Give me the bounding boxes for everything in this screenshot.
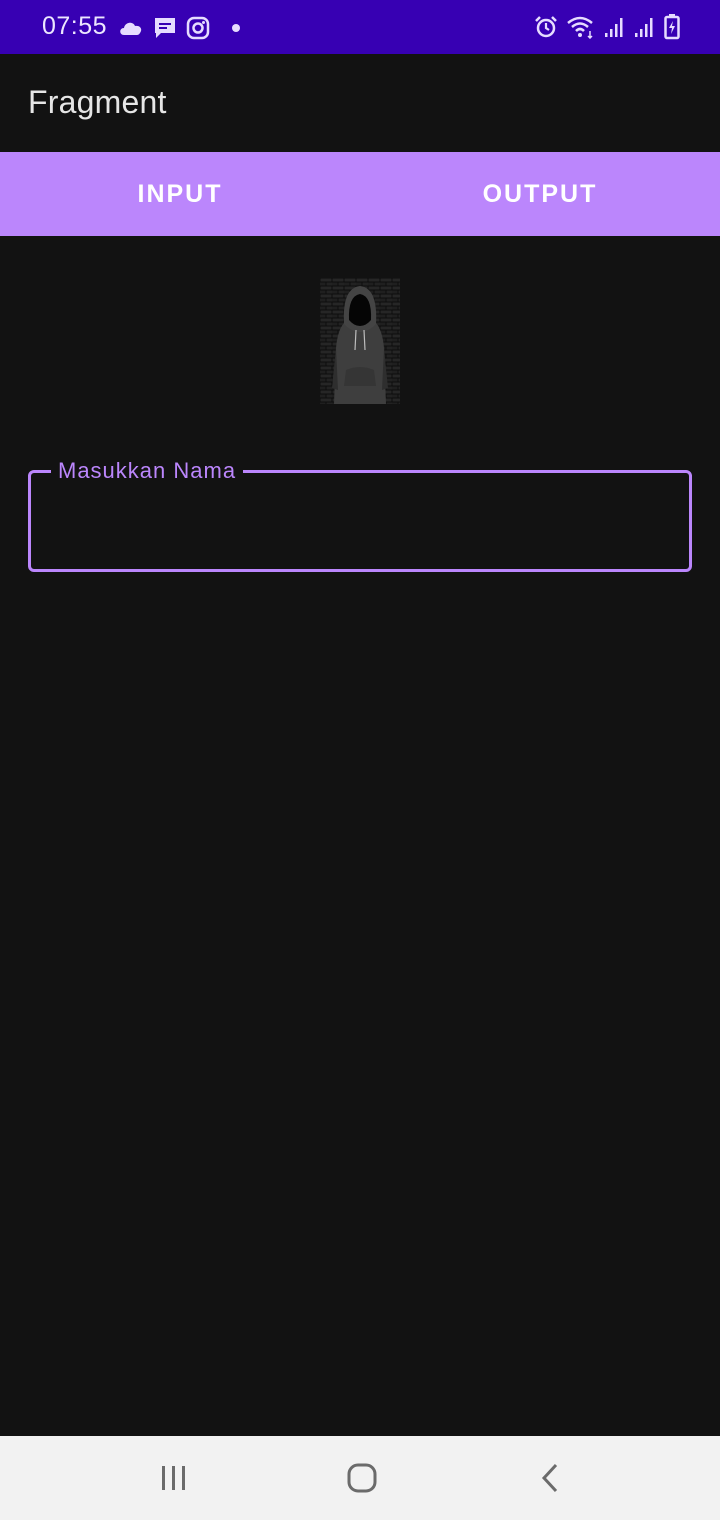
name-input[interactable]	[51, 499, 675, 541]
battery-charging-icon	[664, 14, 680, 40]
status-system-icons	[534, 13, 680, 41]
signal-icon	[604, 15, 626, 39]
alarm-icon	[534, 15, 558, 39]
message-icon	[153, 16, 177, 40]
recent-apps-icon[interactable]	[152, 1456, 196, 1500]
app-screen: 07:55 Fragment INPUT OUTPUT Masukkan Nam…	[0, 0, 720, 1520]
dot-icon	[231, 23, 241, 33]
cloud-icon	[118, 19, 144, 37]
home-icon[interactable]	[340, 1456, 384, 1500]
status-time: 07:55	[42, 12, 108, 40]
status-bar: 07:55	[0, 0, 720, 54]
status-notification-icons	[118, 14, 241, 42]
hooded-figure-image	[320, 278, 400, 404]
name-field-label: Masukkan Nama	[51, 458, 244, 484]
tab-bar: INPUT OUTPUT	[0, 152, 720, 236]
instagram-icon	[186, 16, 210, 40]
app-title: Fragment	[28, 84, 167, 120]
wifi-icon	[566, 15, 596, 39]
app-bar: Fragment	[0, 54, 720, 152]
tab-output[interactable]: OUTPUT	[360, 152, 720, 236]
signal-icon	[634, 15, 656, 39]
tab-input[interactable]: INPUT	[0, 152, 360, 236]
back-icon[interactable]	[528, 1456, 572, 1500]
name-text-field: Masukkan Nama	[28, 458, 692, 572]
system-navigation-bar	[0, 1436, 720, 1520]
